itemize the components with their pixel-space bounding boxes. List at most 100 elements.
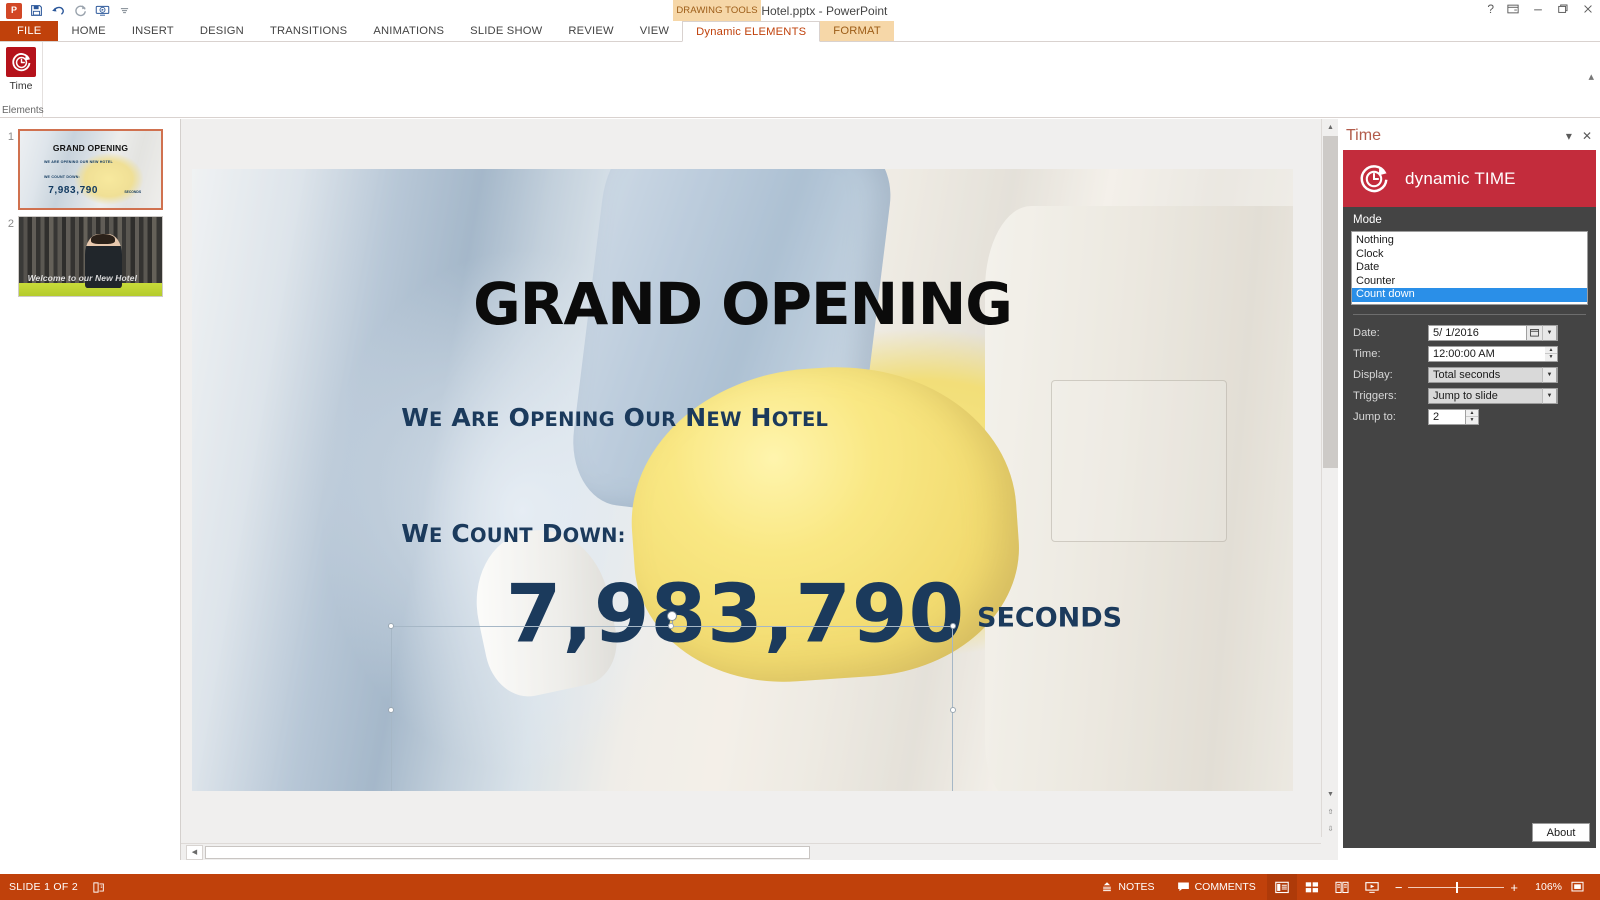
thumbnail-subtitle-2: WE COUNT DOWN: <box>43 174 80 179</box>
mode-listbox[interactable]: Nothing Clock Date Counter Count down <box>1351 231 1588 305</box>
time-button-label: Time <box>9 80 33 92</box>
scroll-up-icon[interactable]: ▲ <box>1322 119 1339 136</box>
slide-subtitle-2[interactable]: WE COUNT DOWN: <box>401 519 625 548</box>
mode-option-nothing[interactable]: Nothing <box>1352 234 1587 248</box>
resize-handle-ne[interactable] <box>950 623 956 629</box>
slide-canvas[interactable]: GRAND OPENING WE ARE OPENING OUR NEW HOT… <box>192 169 1293 791</box>
tab-file[interactable]: FILE <box>0 21 59 41</box>
jump-to-spinner[interactable]: ▲ ▼ <box>1466 408 1479 425</box>
triggers-dropdown-arrow-icon[interactable]: ▼ <box>1542 387 1557 404</box>
triggers-dropdown[interactable]: Jump to slide ▼ <box>1428 387 1558 404</box>
tab-home[interactable]: HOME <box>58 21 118 41</box>
status-bar: SLIDE 1 OF 2 NOTES COMMENTS − + 106% <box>0 874 1600 900</box>
countdown-textbox-selection[interactable] <box>388 611 956 791</box>
zoom-track[interactable] <box>1408 881 1505 893</box>
tab-view[interactable]: VIEW <box>627 21 682 41</box>
tab-design[interactable]: DESIGN <box>187 21 257 41</box>
undo-icon[interactable] <box>48 1 68 20</box>
calendar-icon[interactable] <box>1526 324 1542 341</box>
thumbnail-slide-1[interactable]: GRAND OPENING WE ARE OPENING OUR NEW HOT… <box>18 129 163 210</box>
mode-option-counter[interactable]: Counter <box>1352 275 1587 289</box>
time-input[interactable]: 12:00:00 AM ▲ ▼ <box>1428 345 1558 362</box>
time-value: 12:00:00 AM <box>1433 347 1495 360</box>
ribbon-display-options-icon[interactable] <box>1507 3 1519 15</box>
slide-subtitle-1-text: WE ARE OPENING OUR NEW HOTEL <box>401 402 829 432</box>
next-slide-icon[interactable]: ⇩ <box>1322 820 1339 837</box>
zoom-level[interactable]: 106% <box>1526 881 1562 893</box>
zoom-slider[interactable]: − + <box>1387 880 1526 895</box>
about-button[interactable]: About <box>1532 823 1590 842</box>
notes-button[interactable]: NOTES <box>1090 874 1165 900</box>
tab-transitions[interactable]: TRANSITIONS <box>257 21 360 41</box>
zoom-out-button[interactable]: − <box>1395 880 1403 895</box>
previous-slide-icon[interactable]: ⇧ <box>1322 803 1339 820</box>
slide-subtitle-1[interactable]: WE ARE OPENING OUR NEW HOTEL <box>401 403 828 432</box>
thumbnail-item-1[interactable]: 1 GRAND OPENING WE ARE OPENING OUR NEW H… <box>0 125 180 212</box>
tab-dynamic-elements[interactable]: Dynamic ELEMENTS <box>682 21 821 42</box>
resize-handle-w[interactable] <box>388 706 394 713</box>
normal-view-button[interactable] <box>1266 874 1297 900</box>
spinner-down-icon[interactable]: ▼ <box>1545 354 1557 361</box>
fit-to-window-icon <box>1570 881 1584 893</box>
window-controls: ? <box>1487 2 1594 16</box>
close-icon[interactable]: ✕ <box>1582 129 1592 143</box>
rotate-handle[interactable] <box>667 611 677 621</box>
time-field-label: Time: <box>1353 347 1381 360</box>
thumbnail-slide-2[interactable]: Welcome to our New Hotel <box>18 216 163 297</box>
comment-icon <box>1177 881 1190 893</box>
resize-handle-n[interactable] <box>668 623 674 629</box>
date-dropdown-arrow-icon[interactable]: ▼ <box>1542 324 1557 341</box>
spinner-down-icon[interactable]: ▼ <box>1466 417 1478 424</box>
display-dropdown[interactable]: Total seconds ▼ <box>1428 366 1558 383</box>
mode-option-clock[interactable]: Clock <box>1352 248 1587 262</box>
restore-icon[interactable] <box>1557 3 1569 15</box>
comments-button[interactable]: COMMENTS <box>1166 874 1267 900</box>
close-icon[interactable] <box>1582 3 1594 15</box>
time-button[interactable]: Time <box>6 47 36 92</box>
jump-to-input[interactable]: 2 <box>1428 408 1466 425</box>
slide-vertical-scrollbar[interactable]: ▲ ▼ ⇧ ⇩ <box>1321 119 1339 837</box>
help-icon[interactable]: ? <box>1487 2 1494 16</box>
thumbnail-item-2[interactable]: 2 Welcome to our New Hotel <box>0 212 180 299</box>
scroll-down-icon[interactable]: ▼ <box>1322 786 1339 803</box>
powerpoint-logo-icon[interactable]: P <box>4 1 24 20</box>
zoom-knob[interactable] <box>1456 881 1459 893</box>
start-slideshow-icon[interactable] <box>92 1 112 20</box>
spinner-up-icon[interactable]: ▲ <box>1466 410 1478 417</box>
slide-horizontal-scrollbar[interactable]: ◀ <box>181 843 1321 860</box>
slide-editing-pane: GRAND OPENING WE ARE OPENING OUR NEW HOT… <box>181 119 1339 860</box>
spinner-up-icon[interactable]: ▲ <box>1545 347 1557 354</box>
minimize-icon[interactable] <box>1532 3 1544 15</box>
mode-option-date[interactable]: Date <box>1352 261 1587 275</box>
slide-thumbnail-pane[interactable]: 1 GRAND OPENING WE ARE OPENING OUR NEW H… <box>0 119 181 860</box>
horizontal-scroll-thumb[interactable] <box>205 845 810 859</box>
time-spinner[interactable]: ▲ ▼ <box>1545 345 1558 362</box>
redo-icon[interactable] <box>70 1 90 20</box>
chevron-down-icon[interactable]: ▾ <box>1566 129 1572 143</box>
tab-review[interactable]: REVIEW <box>555 21 626 41</box>
display-dropdown-arrow-icon[interactable]: ▼ <box>1542 366 1557 383</box>
scroll-left-icon[interactable]: ◀ <box>186 844 203 860</box>
tab-format[interactable]: FORMAT <box>820 21 894 41</box>
fit-to-window-button[interactable] <box>1562 874 1592 900</box>
slideshow-view-button[interactable] <box>1357 874 1387 900</box>
ribbon-group-elements: Time Elements <box>0 42 44 118</box>
time-task-pane: Time ▾ ✕ dynamic TIME Mode Nothing Clock… <box>1338 119 1600 860</box>
date-input[interactable]: 5/ 1/2016 ▼ <box>1428 324 1558 341</box>
collapse-ribbon-icon[interactable]: ▴ <box>1588 70 1594 83</box>
tab-slide-show[interactable]: SLIDE SHOW <box>457 21 555 41</box>
customize-quick-access-icon[interactable] <box>114 1 134 20</box>
tab-animations[interactable]: ANIMATIONS <box>360 21 457 41</box>
reading-view-button[interactable] <box>1327 874 1357 900</box>
language-icon[interactable] <box>92 881 105 894</box>
tab-insert[interactable]: INSERT <box>119 21 187 41</box>
resize-handle-nw[interactable] <box>388 623 394 629</box>
vertical-scroll-thumb[interactable] <box>1323 136 1338 468</box>
mode-section-label: Mode <box>1353 214 1382 226</box>
resize-handle-e[interactable] <box>950 706 956 713</box>
zoom-in-button[interactable]: + <box>1510 880 1518 895</box>
slide-sorter-view-button[interactable] <box>1297 874 1327 900</box>
mode-option-count-down[interactable]: Count down <box>1352 288 1587 302</box>
slide-title[interactable]: GRAND OPENING <box>192 270 1293 338</box>
save-icon[interactable] <box>26 1 46 20</box>
